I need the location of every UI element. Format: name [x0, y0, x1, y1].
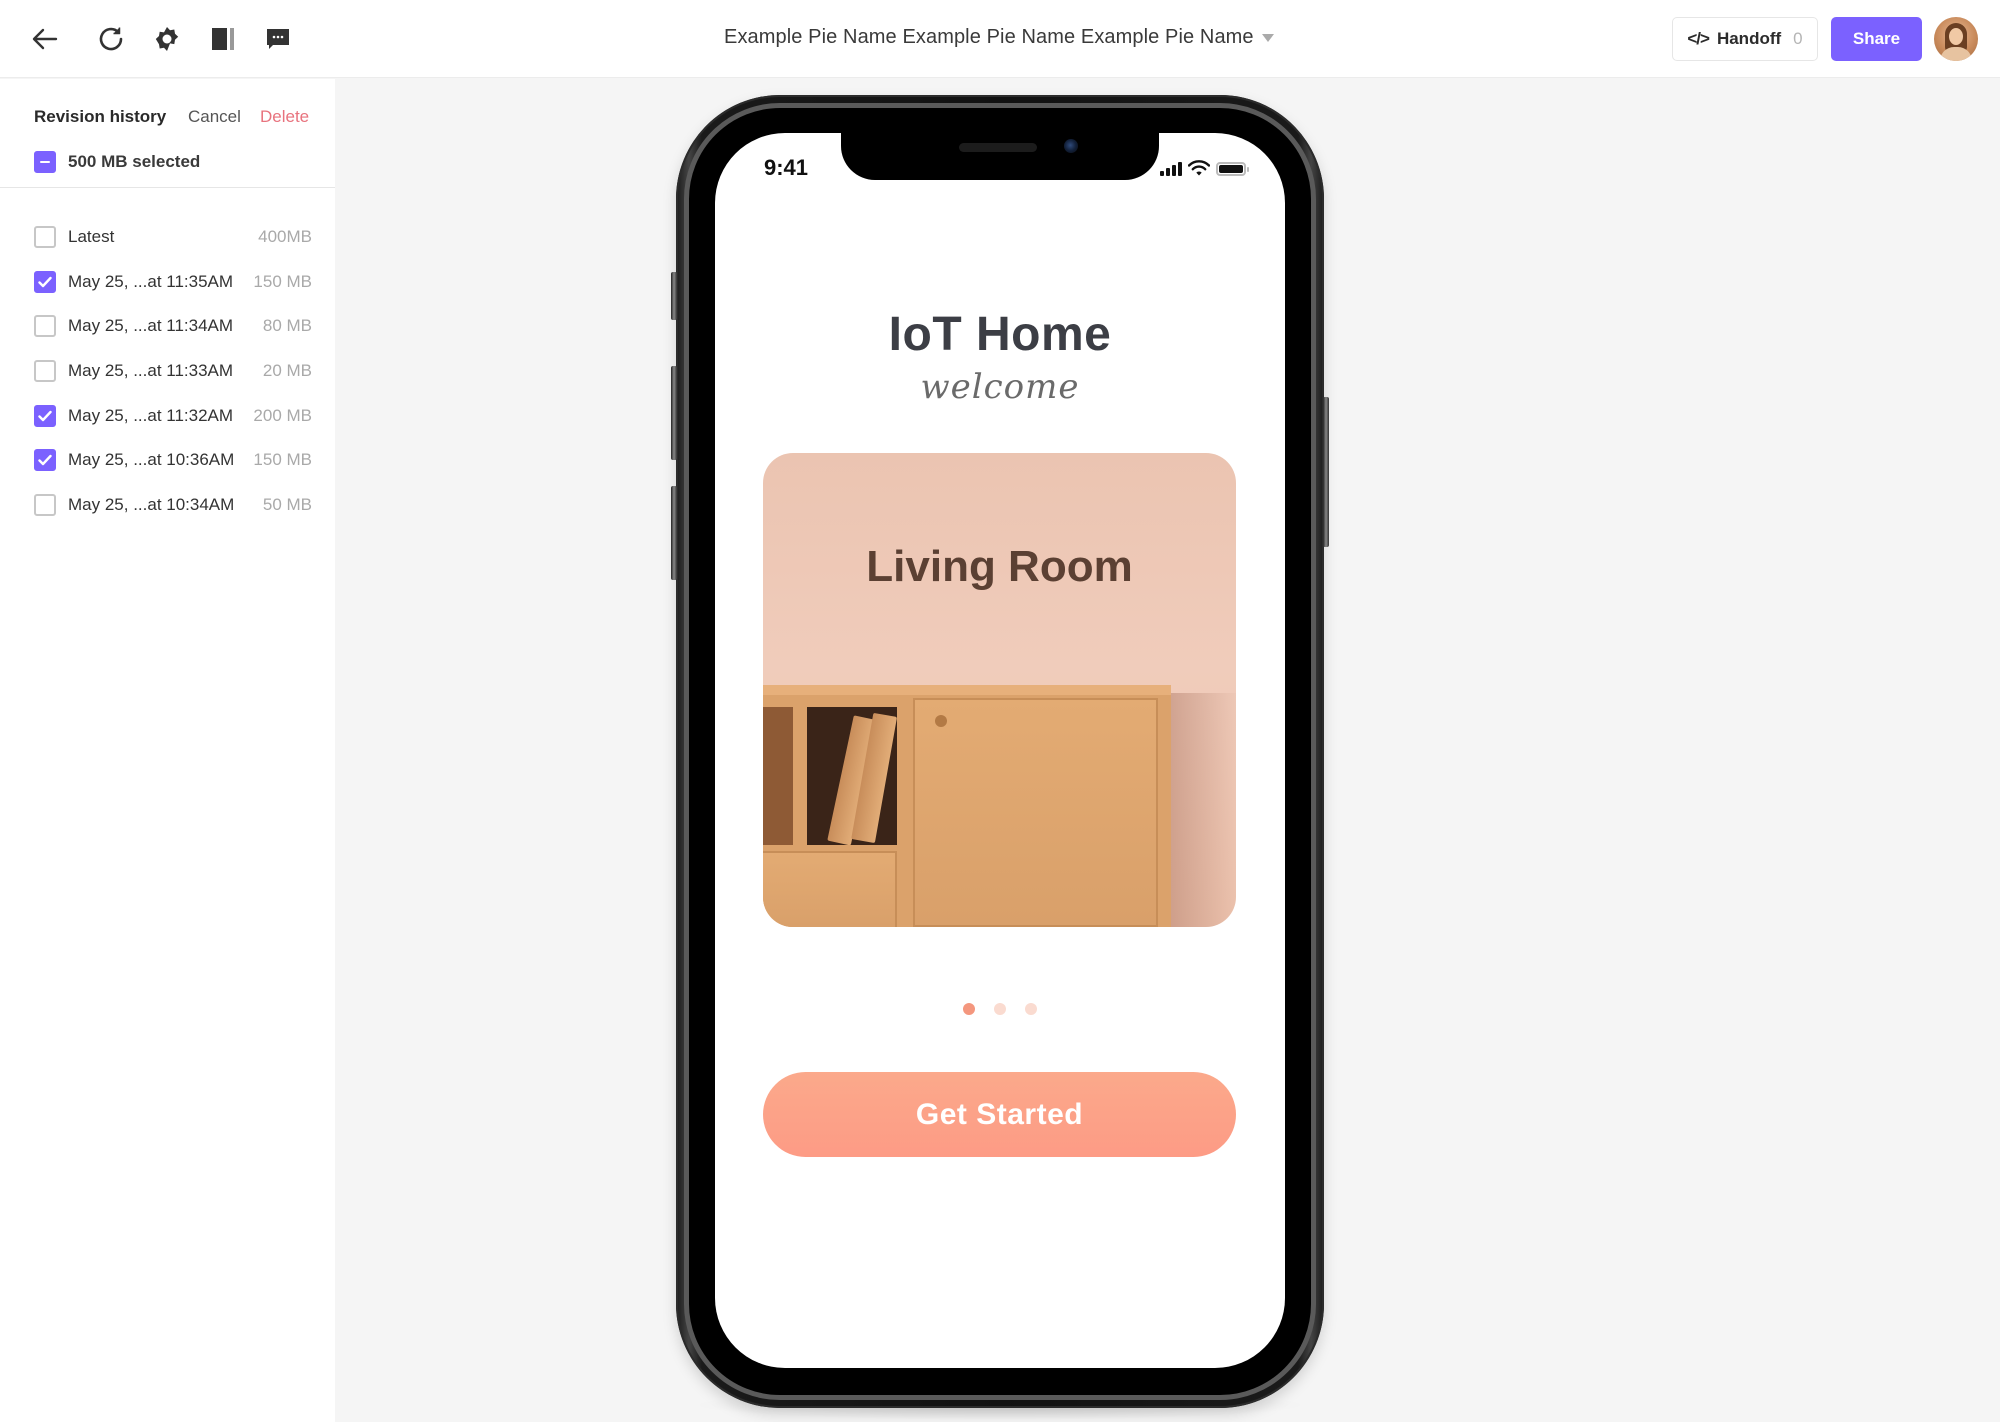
phone-screen: 9:41 IoT Home welcome Living Room Get St…	[715, 133, 1285, 1368]
revision-row[interactable]: May 25, ...at 11:32AM 200 MB	[34, 393, 312, 438]
back-button[interactable]	[28, 22, 62, 56]
avatar-body	[1940, 47, 1972, 61]
revision-history-panel: Revision history Cancel Delete 500 MB se…	[0, 79, 335, 1422]
comments-icon	[267, 29, 289, 49]
cabinet-shadow	[1171, 693, 1236, 927]
revision-name: May 25, ...at 10:34AM	[68, 494, 235, 514]
room-card-title: Living Room	[866, 542, 1133, 591]
revision-row[interactable]: May 25, ...at 11:34AM 80 MB	[34, 304, 312, 349]
revision-name: Latest	[68, 227, 115, 247]
handoff-button[interactable]: </> Handoff 0	[1672, 17, 1818, 61]
settings-button[interactable]	[150, 22, 184, 56]
delete-button[interactable]: Delete	[260, 107, 309, 127]
revision-checkbox[interactable]	[34, 449, 56, 472]
speaker	[959, 143, 1037, 152]
cabinet-lower-door	[763, 851, 897, 927]
revision-name: May 25, ...at 10:36AM	[68, 450, 235, 470]
revision-name: May 25, ...at 11:35AM	[68, 271, 234, 291]
page-dot[interactable]	[963, 1003, 975, 1015]
wifi-icon	[1188, 160, 1210, 176]
cellular-signal-icon	[1160, 160, 1182, 176]
revision-size: 200 MB	[253, 405, 312, 425]
cabinet-knob	[935, 715, 947, 727]
panel-title: Revision history	[34, 107, 167, 126]
revision-row[interactable]: May 25, ...at 11:33AM 20 MB	[34, 349, 312, 394]
volume-up-button	[671, 366, 677, 460]
room-card[interactable]: Living Room	[763, 453, 1236, 927]
revision-size: 50 MB	[262, 494, 312, 514]
avatar-face	[1949, 28, 1963, 45]
app-title: IoT Home	[888, 308, 1112, 361]
checkmark-icon	[38, 276, 52, 288]
page-indicator	[715, 1003, 1285, 1015]
chevron-down-icon[interactable]	[1262, 34, 1274, 42]
revision-row[interactable]: May 25, ...at 10:34AM 50 MB	[34, 483, 312, 528]
select-all-checkbox[interactable]	[34, 151, 56, 173]
power-button	[1323, 397, 1329, 547]
revision-list: Latest 400MB May 25, ...at 11:35AM 150 MB Ma…	[34, 215, 312, 527]
handoff-count: 0	[1793, 29, 1803, 48]
document-title[interactable]: Example Pie Name Example Pie Name Exampl…	[724, 26, 1254, 49]
comments-button[interactable]	[261, 22, 295, 56]
refresh-button[interactable]	[94, 22, 128, 56]
settings-gear-icon	[155, 27, 179, 51]
revision-size: 150 MB	[253, 271, 312, 291]
status-time: 9:41	[764, 155, 809, 180]
revision-name: May 25, ...at 11:33AM	[68, 361, 234, 381]
cabinet-door	[913, 698, 1158, 927]
handoff-label: Handoff	[1716, 29, 1782, 48]
revision-checkbox[interactable]	[34, 360, 56, 383]
panel-toggle-button[interactable]	[206, 22, 240, 56]
get-started-button[interactable]: Get Started	[763, 1072, 1236, 1157]
revision-checkbox[interactable]	[34, 226, 56, 249]
status-icons	[1160, 158, 1249, 176]
revision-size: 400MB	[258, 227, 312, 247]
user-avatar[interactable]	[1934, 17, 1978, 61]
revision-checkbox[interactable]	[34, 315, 56, 338]
revision-checkbox[interactable]	[34, 270, 56, 293]
revision-size: 20 MB	[262, 361, 312, 381]
divider	[0, 187, 335, 188]
revision-size: 150 MB	[253, 450, 312, 470]
checkmark-icon	[38, 410, 52, 421]
cabinet-top	[763, 685, 1171, 695]
revision-row[interactable]: Latest 400MB	[34, 215, 312, 260]
checkmark-icon	[38, 455, 52, 466]
page-dot[interactable]	[1025, 1003, 1037, 1015]
back-arrow-icon	[32, 28, 58, 50]
notch	[841, 133, 1159, 180]
revision-name: May 25, ...at 11:34AM	[68, 316, 234, 336]
revision-name: May 25, ...at 11:32AM	[68, 405, 234, 425]
code-icon: </>	[1687, 29, 1710, 48]
top-toolbar: Example Pie Name Example Pie Name Exampl…	[0, 0, 2000, 78]
share-button[interactable]: Share	[1831, 17, 1922, 61]
revision-row[interactable]: May 25, ...at 10:36AM 150 MB	[34, 438, 312, 483]
panel-toggle-icon	[212, 28, 234, 50]
camera	[1064, 139, 1078, 153]
app-subtitle: welcome	[920, 367, 1080, 407]
page-dot[interactable]	[994, 1003, 1006, 1015]
refresh-icon	[99, 27, 123, 51]
volume-down-button	[671, 486, 677, 580]
revision-checkbox[interactable]	[34, 404, 56, 427]
select-all-row[interactable]: 500 MB selected	[34, 151, 200, 173]
revision-size: 80 MB	[262, 316, 312, 336]
battery-icon	[1216, 162, 1249, 176]
revision-checkbox[interactable]	[34, 493, 56, 516]
mute-switch	[671, 272, 677, 320]
cancel-button[interactable]: Cancel	[188, 107, 241, 127]
selected-summary: 500 MB selected	[68, 152, 201, 171]
cabinet-cubby	[763, 707, 793, 845]
revision-row[interactable]: May 25, ...at 11:35AM 150 MB	[34, 260, 312, 305]
